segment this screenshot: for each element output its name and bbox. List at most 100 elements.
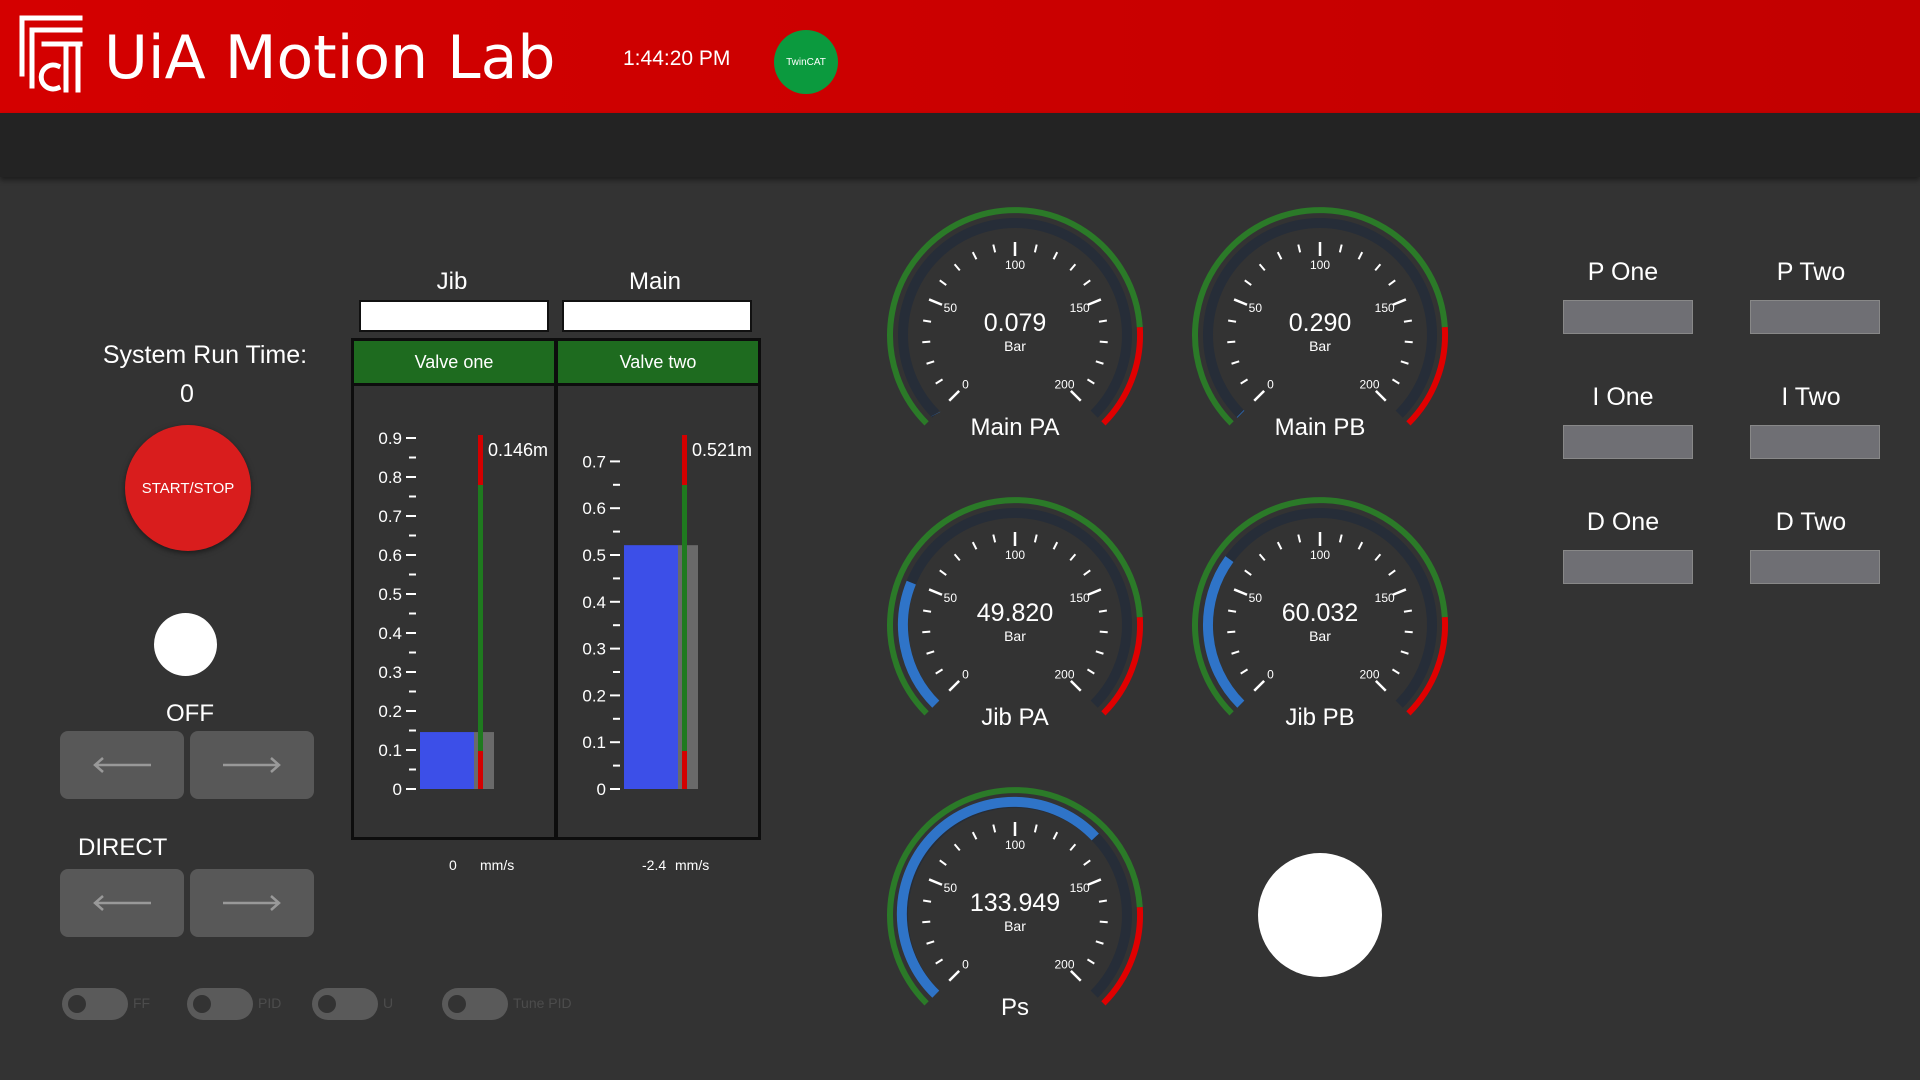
main-pb-minor-tick bbox=[1357, 251, 1364, 260]
main-pb-minor-tick bbox=[1297, 244, 1302, 253]
main-pb-minor-tick bbox=[1231, 360, 1240, 365]
jib-pa-minor-tick bbox=[1083, 569, 1091, 576]
ps-minor-tick bbox=[992, 824, 997, 833]
jib-pa-scale-label: 50 bbox=[944, 591, 958, 605]
jib-pb-major-tick bbox=[1233, 588, 1248, 596]
i-one-input[interactable] bbox=[1563, 425, 1693, 459]
main-pb-minor-tick bbox=[1388, 279, 1396, 286]
ps-minor-tick bbox=[1086, 958, 1095, 965]
jib-pb-minor-tick bbox=[1403, 609, 1413, 613]
main-pa-minor-tick bbox=[939, 279, 947, 286]
jib-pb-major-tick bbox=[1374, 679, 1387, 692]
main-pb-scale-label: 50 bbox=[1249, 301, 1263, 315]
jib-pa-minor-tick bbox=[922, 609, 932, 613]
i-one-label: I One bbox=[1592, 383, 1654, 411]
jib-pb-minor-tick bbox=[1244, 569, 1252, 576]
ps-major-tick bbox=[1087, 878, 1102, 886]
main-pa-minor-tick bbox=[935, 378, 944, 385]
jib-pb-minor-tick bbox=[1391, 668, 1400, 675]
ps-scale-label: 200 bbox=[1054, 957, 1074, 971]
jib-pa-minor-tick bbox=[1052, 541, 1059, 550]
ps-major-tick bbox=[948, 969, 961, 982]
jib-pb-scale-label: 150 bbox=[1375, 591, 1395, 605]
ps-minor-tick bbox=[1069, 843, 1077, 852]
jib-pa-scale-label: 0 bbox=[962, 667, 969, 681]
ps-minor-tick bbox=[1099, 920, 1108, 924]
d-one-input[interactable] bbox=[1563, 550, 1693, 584]
jib-pa-minor-tick bbox=[971, 541, 978, 550]
main-pa-minor-tick bbox=[971, 251, 978, 260]
main-pa-minor-tick bbox=[922, 319, 932, 323]
jib-pb-minor-tick bbox=[1357, 541, 1364, 550]
jib-pa-minor-tick bbox=[1095, 650, 1104, 655]
jib-pa-minor-tick bbox=[1033, 534, 1038, 543]
main-pa-scale-label: 100 bbox=[1005, 258, 1025, 272]
main-pb-minor-tick bbox=[1227, 319, 1237, 323]
ps-label: Ps bbox=[1001, 994, 1029, 1021]
ps-minor-tick bbox=[1033, 824, 1038, 833]
main-pa-major-tick bbox=[948, 389, 961, 402]
jib-pb-minor-tick bbox=[1388, 569, 1396, 576]
jib-pa-label: Jib PA bbox=[981, 704, 1049, 731]
main-pb-label: Main PB bbox=[1275, 414, 1366, 441]
p-one-label: P One bbox=[1587, 258, 1659, 286]
jib-pb-scale-label: 100 bbox=[1310, 548, 1330, 562]
main-pa-scale-label: 150 bbox=[1070, 301, 1090, 315]
d-one-label: D One bbox=[1586, 508, 1660, 536]
jib-pa-minor-tick bbox=[992, 534, 997, 543]
main-pb-scale-label: 150 bbox=[1375, 301, 1395, 315]
jib-pb-value: 60.032 bbox=[1282, 599, 1358, 627]
ps-scale-label: 0 bbox=[962, 957, 969, 971]
jib-pa-minor-tick bbox=[922, 630, 931, 634]
jib-pa-major-tick bbox=[928, 588, 943, 596]
jib-pb-minor-tick bbox=[1400, 650, 1409, 655]
main-pa-value: 0.079 bbox=[984, 309, 1047, 337]
jib-pa-scale-label: 100 bbox=[1005, 548, 1025, 562]
main-pb-minor-tick bbox=[1374, 263, 1382, 272]
ps-minor-tick bbox=[1098, 899, 1108, 903]
main-pb-minor-tick bbox=[1258, 263, 1266, 272]
d-two-label: D Two bbox=[1775, 508, 1847, 536]
d-two-input[interactable] bbox=[1750, 550, 1880, 584]
i-two-label: I Two bbox=[1781, 383, 1841, 411]
jib-pb-minor-tick bbox=[1404, 630, 1413, 634]
main-pb-minor-tick bbox=[1338, 244, 1343, 253]
jib-pa-unit: Bar bbox=[1004, 628, 1026, 644]
jib-pb-minor-tick bbox=[1297, 534, 1302, 543]
jib-pa-minor-tick bbox=[1069, 553, 1077, 562]
p-one-input[interactable] bbox=[1563, 300, 1693, 334]
jib-pb-major-tick bbox=[1253, 679, 1266, 692]
status-indicator-light bbox=[1258, 853, 1382, 977]
main-pb-unit: Bar bbox=[1309, 338, 1331, 354]
main-pa-label: Main PA bbox=[971, 414, 1060, 441]
jib-pa-minor-tick bbox=[935, 668, 944, 675]
jib-pa-major-tick bbox=[1069, 679, 1082, 692]
jib-pb-value-arc bbox=[1202, 556, 1245, 708]
jib-pb-minor-tick bbox=[1374, 553, 1382, 562]
ps-minor-tick bbox=[953, 843, 961, 852]
p-two-input[interactable] bbox=[1750, 300, 1880, 334]
ps-minor-tick bbox=[922, 899, 932, 903]
main-pa-minor-tick bbox=[953, 263, 961, 272]
main-pb-minor-tick bbox=[1400, 360, 1409, 365]
jib-pa-minor-tick bbox=[1086, 668, 1095, 675]
p-two-label: P Two bbox=[1776, 258, 1846, 286]
main-pa-minor-tick bbox=[1086, 378, 1095, 385]
jib-pa-minor-tick bbox=[939, 569, 947, 576]
main-pb-minor-tick bbox=[1276, 251, 1283, 260]
jib-pb-label: Jib PB bbox=[1285, 704, 1354, 731]
main-pa-minor-tick bbox=[1083, 279, 1091, 286]
jib-pb-minor-tick bbox=[1258, 553, 1266, 562]
ps-minor-tick bbox=[939, 859, 947, 866]
main-pa-minor-tick bbox=[922, 340, 931, 344]
main-pb-minor-tick bbox=[1404, 340, 1413, 344]
main-pb-scale-label: 200 bbox=[1359, 377, 1379, 391]
main-pb-major-tick bbox=[1253, 389, 1266, 402]
jib-pb-minor-tick bbox=[1240, 668, 1249, 675]
jib-pa-major-tick bbox=[1087, 588, 1102, 596]
main-pa-minor-tick bbox=[1033, 244, 1038, 253]
main-pa-scale-label: 0 bbox=[962, 377, 969, 391]
main-pa-major-tick bbox=[1087, 298, 1102, 306]
main-pb-major-tick bbox=[1374, 389, 1387, 402]
i-two-input[interactable] bbox=[1750, 425, 1880, 459]
